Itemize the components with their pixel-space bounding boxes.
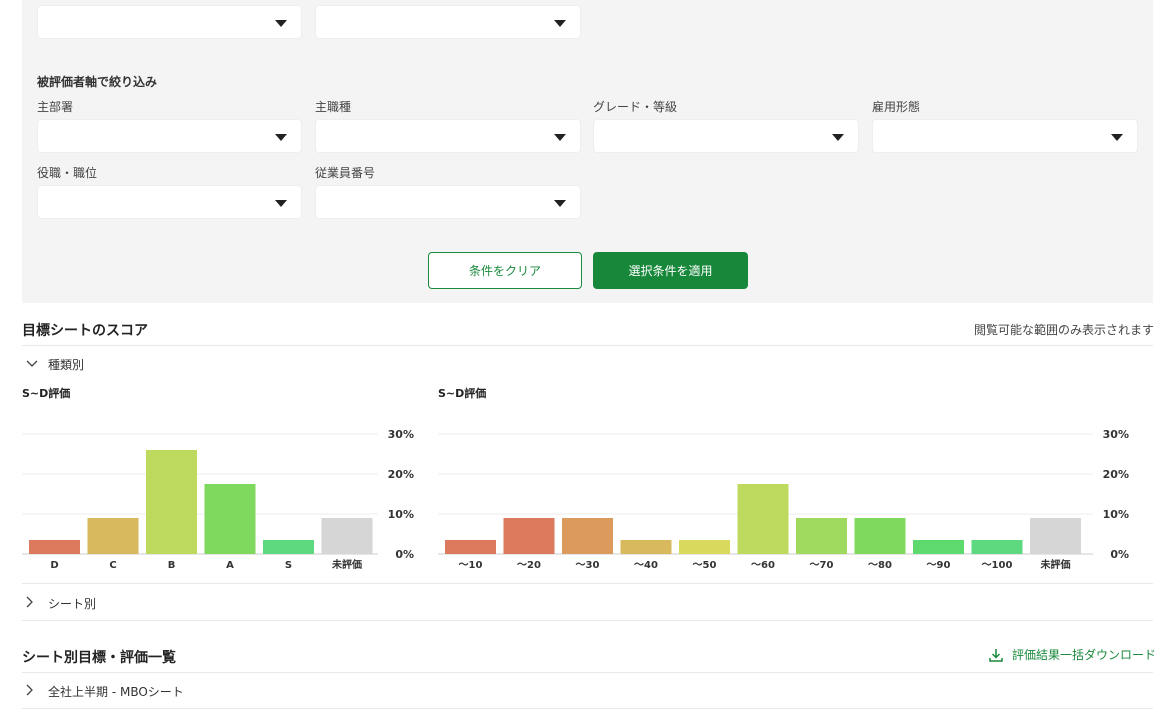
employee-number-select[interactable]	[315, 185, 581, 219]
x-tick-label: 〜90	[927, 560, 951, 571]
x-tick-label: 〜10	[459, 560, 483, 571]
x-tick-label: B	[168, 560, 176, 571]
chevron-right-icon	[26, 596, 42, 611]
x-tick-label: 〜20	[517, 560, 541, 571]
sheet-list-item[interactable]: 全社上半期 - MBOシート	[26, 683, 184, 700]
y-tick-label: 20%	[388, 468, 414, 481]
x-tick-label: 〜100	[982, 560, 1013, 571]
divider	[22, 345, 1153, 346]
chart-title-grade: S~D評価	[22, 387, 71, 400]
sheet-list-item-label: 全社上半期 - MBOシート	[48, 685, 184, 699]
bar[interactable]	[146, 450, 197, 554]
chevron-down-icon	[832, 134, 844, 141]
grade-label: グレード・等級	[593, 100, 678, 114]
chevron-down-icon	[275, 200, 287, 207]
position-label: 役職・職位	[37, 166, 98, 180]
bar[interactable]	[445, 540, 496, 554]
bar[interactable]	[321, 518, 373, 554]
bar[interactable]	[679, 540, 730, 554]
filter-select-top-2[interactable]	[315, 5, 581, 39]
download-icon	[989, 648, 1003, 662]
bar[interactable]	[204, 484, 256, 554]
chevron-down-icon	[275, 134, 287, 141]
by-sheet-toggle[interactable]: シート別	[26, 595, 96, 612]
bar[interactable]	[562, 518, 613, 554]
score-distribution-chart: 0% 10% 20% 30% 〜10 〜20 〜30 〜40 〜50 〜60 〜70 〜80 〜90 〜1…	[438, 428, 1129, 571]
employee-number-label: 従業員番号	[315, 166, 376, 180]
employment-type-label: 雇用形態	[872, 100, 921, 114]
bar[interactable]	[503, 518, 555, 554]
filter-select-top-1[interactable]	[37, 5, 302, 39]
employment-type-select[interactable]	[872, 119, 1138, 153]
by-type-label: 種類別	[48, 358, 85, 372]
clear-conditions-button[interactable]: 条件をクリア	[428, 252, 582, 289]
x-tick-label: 未評価	[331, 558, 362, 571]
chevron-down-icon	[554, 200, 566, 207]
divider	[22, 583, 1153, 584]
by-sheet-label: シート別	[48, 597, 97, 611]
x-tick-label: 未評価	[1040, 558, 1071, 571]
bar[interactable]	[1030, 518, 1081, 554]
bar[interactable]	[971, 540, 1023, 554]
x-tick-label: 〜50	[693, 560, 717, 571]
y-tick-label: 10%	[1103, 508, 1129, 521]
visibility-note: 閲覧可能な範囲のみ表示されます	[973, 323, 1154, 337]
bar[interactable]	[29, 540, 80, 554]
bulk-download-label: 評価結果一括ダウンロード	[1011, 648, 1156, 662]
chevron-down-icon	[554, 20, 566, 27]
bar[interactable]	[854, 518, 906, 554]
chevron-down-icon	[554, 134, 566, 141]
y-tick-label: 30%	[388, 428, 414, 441]
main-department-select[interactable]	[37, 119, 302, 153]
bar[interactable]	[620, 540, 672, 554]
y-tick-label: 10%	[388, 508, 414, 521]
by-type-toggle[interactable]: 種類別	[26, 356, 84, 373]
chart-title-score: S~D評価	[438, 387, 487, 400]
y-tick-label: 0%	[1110, 548, 1129, 561]
main-job-type-select[interactable]	[315, 119, 581, 153]
divider	[22, 620, 1153, 621]
main-department-label: 主部署	[37, 100, 74, 114]
chevron-down-icon	[1111, 134, 1123, 141]
evaluatee-filter-heading: 被評価者軸で絞り込み	[37, 75, 158, 89]
y-tick-label: 20%	[1103, 468, 1129, 481]
grade-distribution-chart: 0% 10% 20% 30% D C B A S 未評価	[22, 428, 414, 571]
x-tick-label: C	[109, 560, 116, 571]
bar[interactable]	[87, 518, 139, 554]
bar[interactable]	[913, 540, 964, 554]
bar[interactable]	[737, 484, 789, 554]
main-job-type-label: 主職種	[315, 100, 352, 114]
bar[interactable]	[796, 518, 847, 554]
divider	[22, 672, 1153, 673]
x-tick-label: D	[50, 560, 58, 571]
chevron-down-icon	[275, 20, 287, 27]
bar[interactable]	[263, 540, 314, 554]
x-tick-label: A	[226, 560, 234, 571]
position-select[interactable]	[37, 185, 302, 219]
sheet-list-title: シート別目標・評価一覧	[22, 650, 176, 666]
chevron-down-icon	[26, 358, 42, 371]
y-tick-label: 0%	[395, 548, 414, 561]
x-tick-label: S	[285, 560, 292, 571]
x-tick-label: 〜80	[868, 560, 892, 571]
apply-conditions-button[interactable]: 選択条件を適用	[593, 252, 748, 289]
x-tick-label: 〜60	[751, 560, 775, 571]
score-section-title: 目標シートのスコア	[22, 323, 148, 339]
x-tick-label: 〜40	[634, 560, 658, 571]
x-tick-label: 〜70	[810, 560, 834, 571]
grade-select[interactable]	[593, 119, 859, 153]
y-tick-label: 30%	[1103, 428, 1129, 441]
chevron-right-icon	[26, 684, 42, 699]
x-tick-label: 〜30	[576, 560, 600, 571]
bulk-download-link[interactable]: 評価結果一括ダウンロード	[988, 646, 1156, 663]
divider	[22, 708, 1153, 709]
